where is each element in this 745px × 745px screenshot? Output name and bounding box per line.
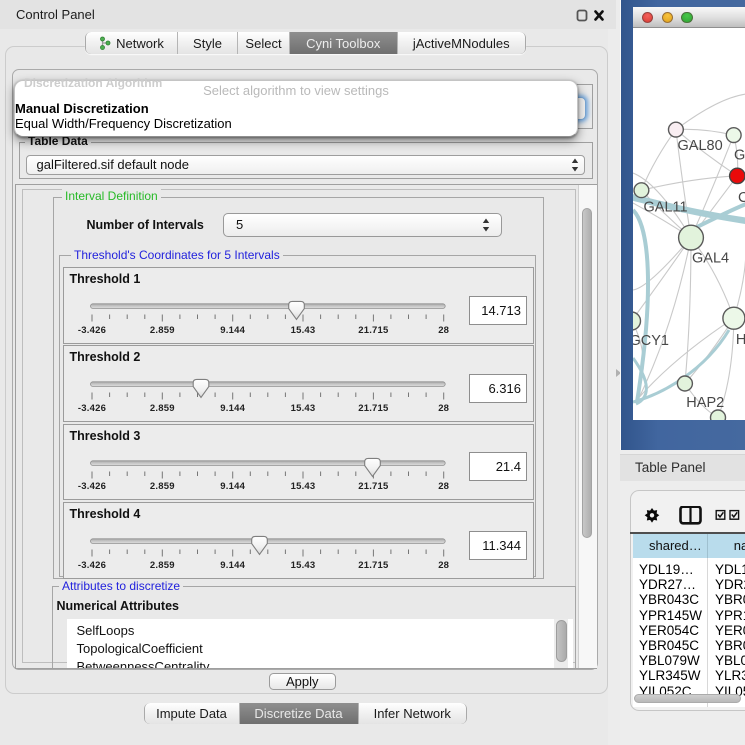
svg-text:GAL11: GAL11 <box>643 200 687 216</box>
svg-text:GAL4: GAL4 <box>692 251 729 267</box>
svg-text:C: C <box>738 190 745 206</box>
svg-text:H: H <box>735 332 745 348</box>
svg-text:GCY1: GCY1 <box>633 333 669 349</box>
svg-text:GAL80: GAL80 <box>677 138 722 154</box>
svg-text:HAP2: HAP2 <box>686 395 724 411</box>
svg-text:GA: GA <box>734 148 745 164</box>
